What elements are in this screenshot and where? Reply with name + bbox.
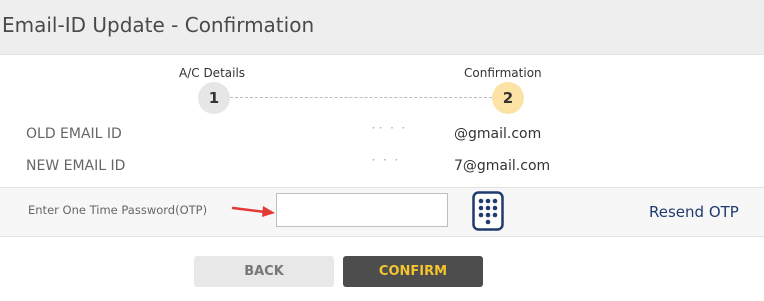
old-email-value: ˙˙ ˙ ˙ @gmail.com: [370, 126, 541, 142]
masked-text: ˙˙ ˙ ˙: [370, 126, 407, 142]
otp-input[interactable]: [276, 193, 448, 227]
step-connector: [230, 97, 492, 98]
red-arrow-icon: [231, 206, 275, 217]
confirm-button[interactable]: CONFIRM: [343, 256, 483, 287]
new-email-label: NEW EMAIL ID: [26, 158, 126, 174]
otp-label: Enter One Time Password(OTP): [28, 203, 208, 217]
keypad-icon[interactable]: [472, 191, 504, 231]
step-label-ac-details: A/C Details: [179, 66, 246, 80]
step-indicator-2: 2: [492, 82, 524, 114]
step-label-confirmation: Confirmation: [464, 66, 542, 80]
masked-text: ˙ ˙ ˙: [370, 158, 400, 174]
old-email-domain: @gmail.com: [454, 126, 542, 142]
resend-otp-link[interactable]: Resend OTP: [649, 203, 739, 221]
new-email-domain: 7@gmail.com: [454, 158, 551, 174]
new-email-value: ˙ ˙ ˙ 7@gmail.com: [370, 158, 550, 174]
old-email-label: OLD EMAIL ID: [26, 126, 122, 142]
page-header: Email-ID Update - Confirmation: [0, 0, 764, 55]
back-button[interactable]: BACK: [194, 256, 334, 287]
step-indicator-1: 1: [198, 82, 230, 114]
page-title: Email-ID Update - Confirmation: [2, 13, 315, 37]
